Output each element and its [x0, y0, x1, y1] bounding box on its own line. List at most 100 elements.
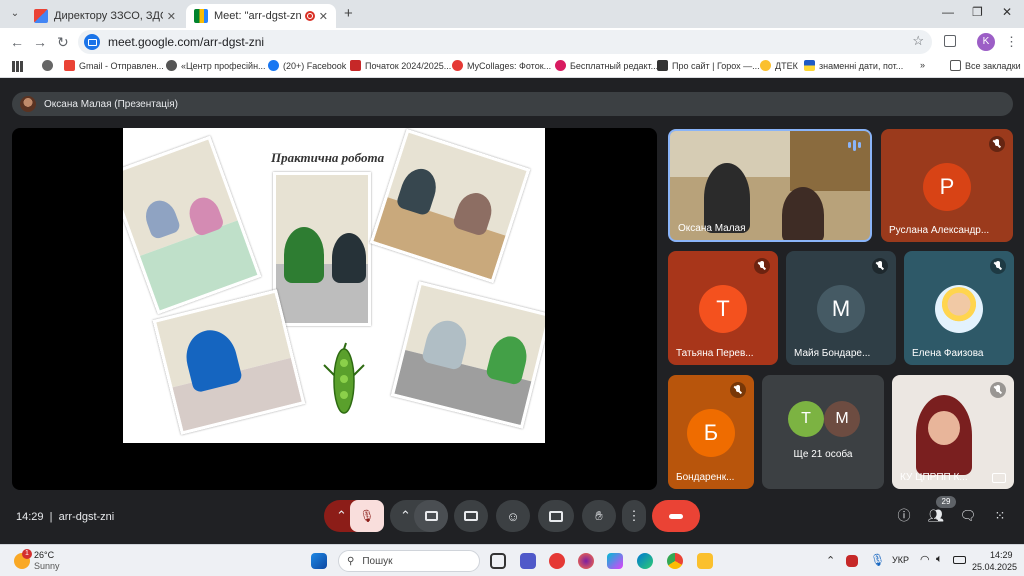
- tray-chevron-icon[interactable]: ⌃: [826, 554, 835, 567]
- bookmark-center[interactable]: «Центр професійн...: [166, 60, 266, 71]
- close-window-icon[interactable]: ✕: [1002, 5, 1012, 19]
- participant-name: Бондаренк...: [676, 472, 735, 483]
- weather-desc: Sunny: [34, 561, 60, 571]
- windows-start-icon[interactable]: [311, 553, 327, 569]
- participant-tile[interactable]: Елена Фаизова: [904, 251, 1014, 365]
- bookmark-start[interactable]: Початок 2024/2025...: [350, 60, 451, 71]
- input-language[interactable]: УКР: [892, 555, 909, 565]
- minimize-icon[interactable]: —: [942, 5, 954, 19]
- leave-call-button[interactable]: [652, 500, 700, 532]
- slide-photo: [273, 172, 371, 326]
- participant-tile[interactable]: Оксана Малая: [668, 129, 872, 242]
- more-bookmarks-icon[interactable]: »: [920, 60, 925, 70]
- more-options-button[interactable]: ⋮: [622, 500, 646, 532]
- all-bookmarks[interactable]: Все закладки: [950, 60, 1021, 71]
- bookmark-dtek[interactable]: ДТЕК: [760, 60, 798, 71]
- meet-site-icon: [84, 34, 100, 50]
- gmail-icon: [64, 60, 75, 71]
- bookmark-editor[interactable]: Бесплатный редакт...: [555, 60, 658, 71]
- activities-grid-icon[interactable]: ⁙: [991, 507, 1009, 525]
- mic-off-icon: [730, 382, 746, 398]
- address-bar[interactable]: meet.google.com/arr-dgst-zni ☆: [78, 30, 932, 54]
- video-person: [782, 187, 824, 240]
- participant-tile[interactable]: Б Бондаренк...: [668, 375, 754, 489]
- apps-grid-icon[interactable]: [12, 61, 23, 72]
- bookmark-gmail[interactable]: Gmail - Отправлен...: [64, 60, 164, 71]
- firefox-icon[interactable]: [578, 553, 594, 569]
- camera-toggle-button[interactable]: [414, 500, 448, 532]
- presentation-slide: Практична робота: [123, 128, 545, 443]
- bookmark-label: Початок 2024/2025...: [365, 60, 452, 71]
- chevron-up-icon: ⌃: [336, 508, 347, 523]
- battery-icon[interactable]: [953, 556, 966, 564]
- people-icon[interactable]: 👥︎: [927, 507, 945, 525]
- slide-title: Практична робота: [271, 150, 385, 165]
- mic-off-icon: 🎙︎: [359, 509, 375, 523]
- heart-icon: [452, 60, 463, 71]
- bookmark-label: ДТЕК: [775, 60, 798, 71]
- tray-app-icon[interactable]: [846, 555, 858, 567]
- file-explorer-icon[interactable]: [697, 553, 713, 569]
- task-view-icon[interactable]: [490, 553, 506, 569]
- folder-icon: [950, 60, 961, 71]
- reactions-button[interactable]: ☺: [496, 500, 530, 532]
- opera-icon[interactable]: [549, 553, 565, 569]
- reload-icon[interactable]: ↻: [57, 34, 69, 51]
- raise-hand-button[interactable]: ✋︎: [582, 500, 616, 532]
- copilot-icon[interactable]: [607, 553, 623, 569]
- present-button[interactable]: [538, 500, 574, 532]
- new-tab-icon[interactable]: +: [344, 5, 353, 22]
- taskbar-search[interactable]: ⚲ Пошук: [338, 550, 480, 572]
- browser-toolbar: ← → ↻ meet.google.com/arr-dgst-zni ☆ K ⋮: [0, 28, 1024, 56]
- edge-icon[interactable]: [637, 553, 653, 569]
- tab-directory-email[interactable]: Директору ЗЗСО, ЗДО. Запрош ✕: [26, 4, 184, 28]
- tab-search-chevron-icon[interactable]: ⌄: [6, 5, 24, 23]
- bookmark-mycollages[interactable]: MyCollages: Фоток...: [452, 60, 551, 71]
- teams-icon[interactable]: [520, 553, 536, 569]
- mic-off-icon: [990, 382, 1006, 398]
- captions-button[interactable]: [454, 500, 488, 532]
- mic-toggle-button[interactable]: 🎙︎: [350, 500, 384, 532]
- presenter-chip[interactable]: Оксана Малая (Презентація): [12, 92, 1013, 116]
- microphone-tray-icon[interactable]: 🎙︎: [870, 553, 885, 567]
- close-tab-icon[interactable]: ✕: [319, 10, 328, 23]
- clock-date[interactable]: 25.04.2025: [972, 562, 1017, 572]
- extensions-icon[interactable]: [944, 35, 956, 47]
- participant-tile[interactable]: М Майя Бондаре...: [786, 251, 896, 365]
- chrome-icon[interactable]: [667, 553, 683, 569]
- participant-tile[interactable]: Т Татьяна Перев...: [668, 251, 778, 365]
- bookmark-globe[interactable]: [42, 60, 57, 71]
- tab-meet[interactable]: Meet: "arr-dgst-zni" ✕: [186, 4, 336, 28]
- gmail-icon: [34, 9, 48, 23]
- participant-tile[interactable]: Р Руслана Александр...: [881, 129, 1013, 242]
- bookmark-gorokh[interactable]: Про сайт | Горох —...: [657, 60, 760, 71]
- url-text: meet.google.com/arr-dgst-zni: [108, 35, 265, 49]
- chat-icon[interactable]: 🗨︎: [959, 507, 977, 525]
- browser-menu-icon[interactable]: ⋮: [1005, 34, 1018, 50]
- participant-name: Майя Бондаре...: [794, 348, 871, 359]
- bookmark-facebook[interactable]: (20+) Facebook: [268, 60, 346, 71]
- more-participants-tile[interactable]: Т М Ще 21 особа: [762, 375, 884, 489]
- participant-tile[interactable]: КУ ЦПРПП К...: [892, 375, 1014, 489]
- bookmark-dates[interactable]: знаменні дати, пот...: [804, 60, 903, 71]
- back-icon[interactable]: ←: [10, 34, 24, 50]
- pip-icon[interactable]: [992, 473, 1006, 483]
- chevron-up-icon: ⌃: [400, 508, 411, 523]
- volume-icon[interactable]: 🔈︎: [936, 553, 943, 566]
- presentation-stage[interactable]: Практична робота: [12, 128, 657, 490]
- meeting-details-icon[interactable]: ⓘ: [895, 507, 913, 525]
- participant-name: КУ ЦПРПП К...: [900, 472, 968, 483]
- maximize-icon[interactable]: ❐: [972, 5, 983, 19]
- bookmark-star-icon[interactable]: ☆: [912, 33, 924, 49]
- letter-g-icon: [657, 60, 668, 71]
- close-tab-icon[interactable]: ✕: [167, 10, 176, 23]
- forward-icon[interactable]: →: [33, 34, 47, 50]
- wifi-icon[interactable]: ◠: [920, 553, 930, 566]
- clock-time[interactable]: 14:29: [990, 550, 1013, 560]
- profile-avatar[interactable]: K: [977, 33, 995, 51]
- slide-photo: [123, 135, 262, 315]
- clock: 14:29: [16, 511, 44, 523]
- participant-avatar: М: [824, 401, 860, 437]
- meeting-time-code: 14:29 | arr-dgst-zni: [16, 511, 115, 523]
- participant-avatar: Т: [699, 285, 747, 333]
